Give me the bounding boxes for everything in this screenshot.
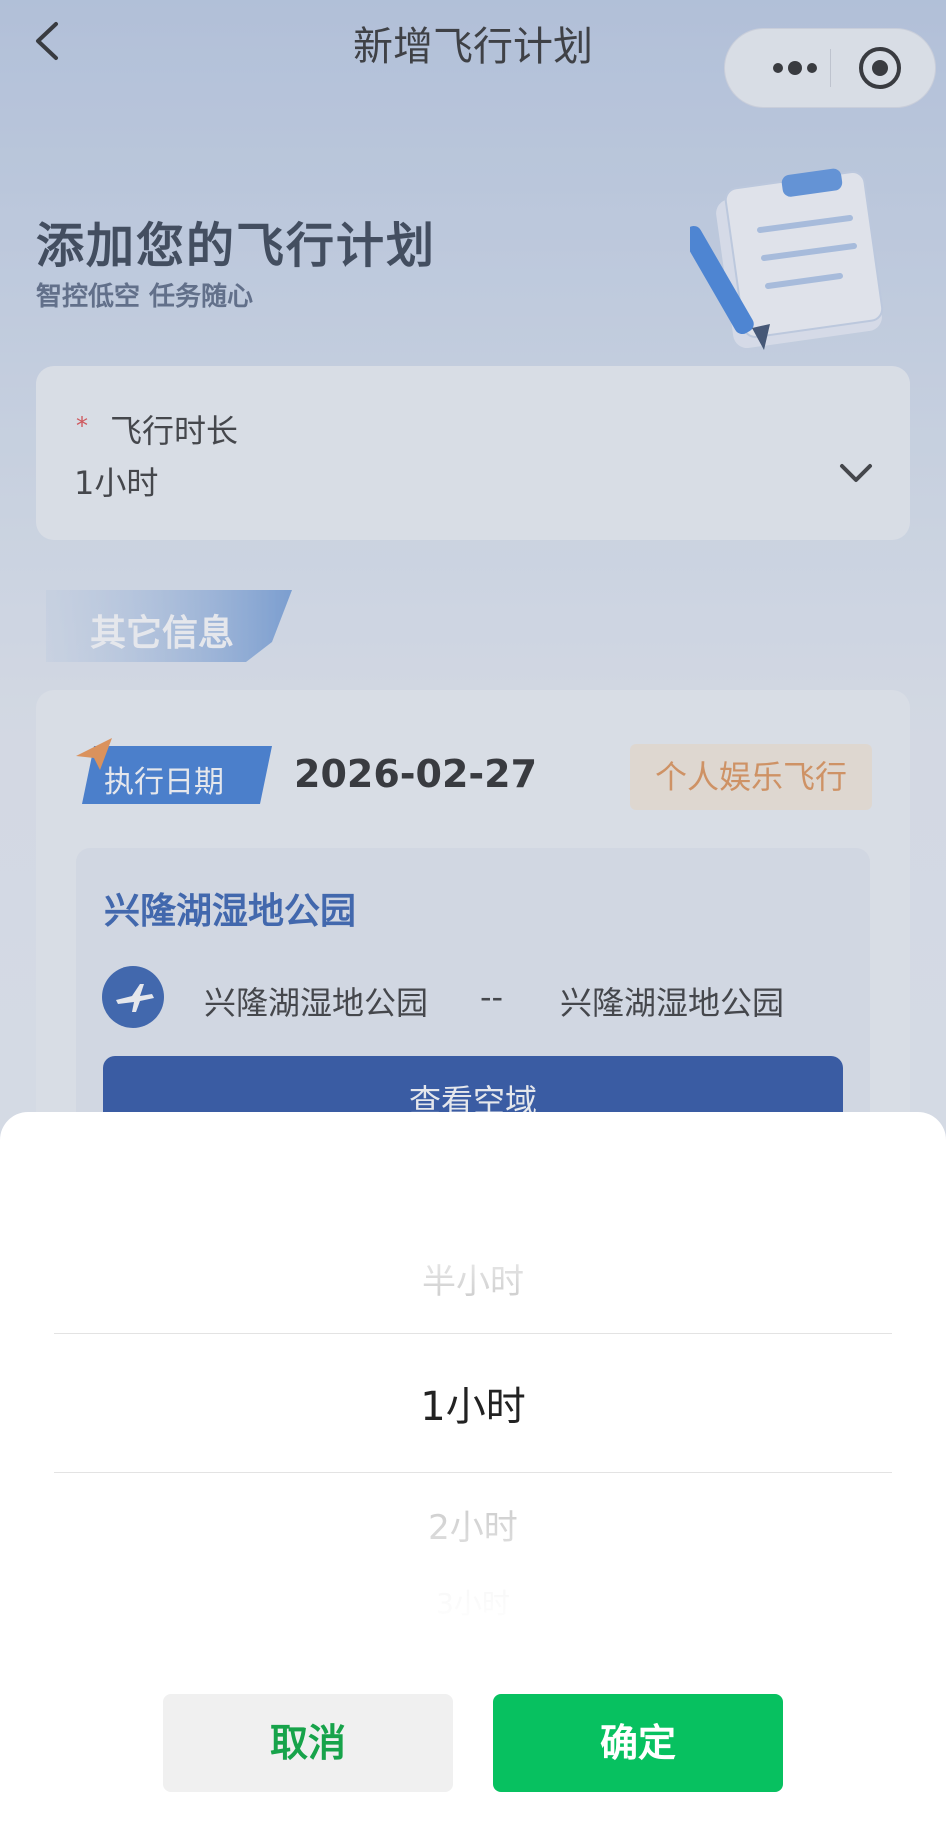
picker-option[interactable]: 3小时 xyxy=(0,1582,946,1622)
duration-picker-sheet: 半小时 1小时 2小时 3小时 取消 确定 xyxy=(0,1112,946,1842)
picker-selection-line-bottom xyxy=(54,1472,892,1473)
picker-option[interactable]: 2小时 xyxy=(0,1500,946,1549)
page-background: 新增飞行计划 添加您的飞行计划 智控低空 任务随心 * 飞行时长 1小时 其它信… xyxy=(0,0,946,1842)
picker-selection-line-top xyxy=(54,1333,892,1334)
picker-option[interactable]: 半小时 xyxy=(0,1254,946,1303)
cancel-button[interactable]: 取消 xyxy=(163,1694,453,1792)
confirm-button[interactable]: 确定 xyxy=(493,1694,783,1792)
picker-option-selected[interactable]: 1小时 xyxy=(0,1374,946,1432)
